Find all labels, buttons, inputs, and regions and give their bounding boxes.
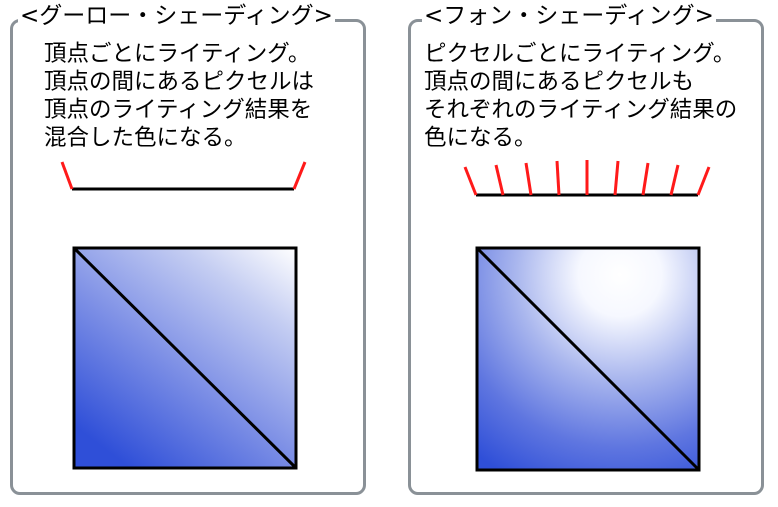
gouraud-description: 頂点ごとにライティング。 頂点の間にあるピクセルは 頂点のライティング結果を 混… xyxy=(44,40,314,152)
gouraud-description-line: 頂点ごとにライティング。 xyxy=(44,41,311,67)
gouraud-description-line: 混合した色になる。 xyxy=(44,125,247,151)
gouraud-description-line: 頂点の間にあるピクセルは xyxy=(44,69,315,95)
phong-description-line: ピクセルごとにライティング。 xyxy=(424,41,736,67)
gouraud-description-line: 頂点のライティング結果を xyxy=(44,97,313,123)
gouraud-title: <グーロー・シェーディング> xyxy=(18,3,335,29)
phong-description-line: 頂点の間にあるピクセルも xyxy=(424,69,695,95)
phong-description-line: 色になる。 xyxy=(424,125,537,151)
phong-description-line: それぞれのライティング結果の xyxy=(424,97,738,123)
phong-title: <フォン・シェーディング> xyxy=(422,3,716,29)
phong-description: ピクセルごとにライティング。 頂点の間にあるピクセルも それぞれのライティング結… xyxy=(424,40,737,152)
